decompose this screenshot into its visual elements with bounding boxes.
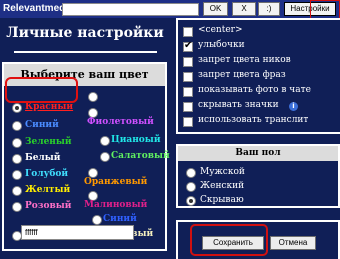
checkbox-show-photo[interactable] bbox=[183, 87, 193, 97]
color-radio-pink[interactable] bbox=[12, 202, 22, 212]
option-label-translit: использовать транслит bbox=[198, 115, 309, 125]
color-label-pink[interactable]: Розовый bbox=[25, 201, 71, 212]
option-label-phrase-colors: запрет цвета фраз bbox=[198, 70, 286, 80]
color-label-yellow[interactable]: Желтый bbox=[25, 185, 70, 196]
checkbox-nick-colors[interactable] bbox=[183, 57, 193, 67]
checkbox-center[interactable] bbox=[183, 27, 193, 37]
gender-title: Ваш пол bbox=[178, 146, 338, 161]
checkbox-smileys[interactable] bbox=[183, 40, 193, 52]
color-label-red[interactable]: Красный bbox=[25, 102, 73, 113]
settings-highlight bbox=[310, 0, 340, 19]
color-radio-unlabeled[interactable] bbox=[88, 92, 98, 102]
gender-label-female: Женский bbox=[200, 181, 245, 191]
color-label-lightblue[interactable]: Голубой bbox=[25, 169, 68, 180]
info-icon[interactable]: i bbox=[289, 102, 298, 111]
option-label-hide-icons: скрывать значки bbox=[198, 100, 279, 110]
color-label-cyan[interactable]: Цианоый bbox=[111, 135, 161, 146]
close-button[interactable]: X bbox=[232, 2, 256, 16]
color-radio-lightgreen[interactable] bbox=[100, 152, 110, 162]
color-label-blue[interactable]: Синий bbox=[25, 120, 59, 131]
color-radio-yellow[interactable] bbox=[12, 186, 22, 196]
option-label-nick-colors: запрет цвета ников bbox=[198, 55, 291, 65]
gender-radio-male[interactable] bbox=[186, 168, 196, 178]
color-radio-darkblue[interactable] bbox=[92, 215, 102, 225]
option-label-center: <center> bbox=[198, 25, 243, 35]
option-label-smileys: улыбочки bbox=[198, 40, 245, 50]
option-label-show-photo: показывать фото в чате bbox=[198, 85, 311, 95]
checkbox-phrase-colors[interactable] bbox=[183, 72, 193, 82]
save-highlight bbox=[190, 224, 268, 256]
color-radio-lightblue[interactable] bbox=[12, 170, 22, 180]
message-input[interactable] bbox=[62, 3, 199, 16]
smiley-button[interactable]: :) bbox=[258, 2, 280, 16]
gender-radio-female[interactable] bbox=[186, 182, 196, 192]
color-label-crimson[interactable]: Малиновый bbox=[84, 200, 147, 211]
custom-color-input[interactable]: ffffff bbox=[21, 225, 134, 240]
ok-button[interactable]: OK bbox=[203, 2, 228, 16]
selected-color-highlight bbox=[5, 77, 78, 103]
title-divider bbox=[14, 51, 157, 53]
color-radio-green[interactable] bbox=[12, 138, 22, 148]
color-label-white[interactable]: Белый bbox=[25, 153, 60, 164]
gender-label-male: Мужской bbox=[200, 167, 245, 177]
top-bar: Relevantmedia OK X :) Настройки bbox=[0, 0, 340, 18]
checkbox-hide-icons[interactable] bbox=[183, 102, 193, 112]
page-title: Личные настройки bbox=[6, 25, 164, 41]
color-radio-red[interactable] bbox=[12, 103, 22, 113]
left-panel: Личные настройки Выберите ваш цвет Красн… bbox=[0, 18, 170, 257]
gender-box: Ваш пол Мужской Женский Скрываю bbox=[176, 144, 340, 208]
gender-radio-hidden[interactable] bbox=[186, 196, 196, 206]
cancel-button[interactable]: Отмена bbox=[270, 236, 316, 250]
color-radio-blue[interactable] bbox=[12, 121, 22, 131]
checkbox-translit[interactable] bbox=[183, 117, 193, 127]
options-box: <center> улыбочки запрет цвета ников зап… bbox=[176, 18, 340, 134]
color-label-lightgreen[interactable]: Салатовый bbox=[111, 151, 170, 162]
gender-label-hidden: Скрываю bbox=[200, 195, 244, 205]
color-label-violet[interactable]: Фиолетовый bbox=[87, 117, 154, 128]
color-radio-white[interactable] bbox=[12, 154, 22, 164]
color-label-darkblue[interactable]: Синий bbox=[103, 214, 137, 225]
color-label-orange[interactable]: Оранжевый bbox=[84, 177, 147, 188]
color-radio-cyan[interactable] bbox=[100, 136, 110, 146]
color-label-green[interactable]: Зеленый bbox=[25, 137, 72, 148]
